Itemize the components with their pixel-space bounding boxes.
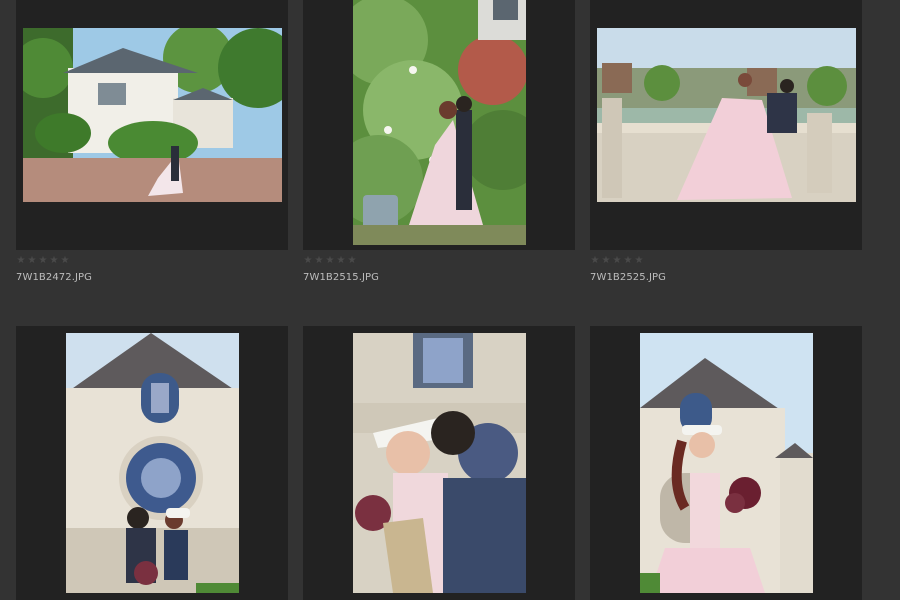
thumbnail-frame[interactable] <box>303 0 575 250</box>
photo-thumbnail[interactable] <box>597 28 856 202</box>
thumbnail-frame[interactable] <box>590 326 862 600</box>
rating-stars[interactable]: ★ ★ ★ ★ ★ <box>303 256 575 266</box>
thumbnail-filename: 7W1B2472.JPG <box>16 272 93 283</box>
photo-thumbnail[interactable] <box>353 333 526 593</box>
thumbnail-filename: 7W1B2525.JPG <box>590 272 667 283</box>
star-outline-icon[interactable]: ★ <box>623 256 633 266</box>
star-outline-icon[interactable]: ★ <box>60 256 70 266</box>
star-outline-icon[interactable]: ★ <box>634 256 644 266</box>
star-outline-icon[interactable]: ★ <box>314 256 324 266</box>
star-outline-icon[interactable]: ★ <box>347 256 357 266</box>
photo-thumbnail[interactable] <box>23 28 282 202</box>
star-outline-icon[interactable]: ★ <box>16 256 26 266</box>
star-outline-icon[interactable]: ★ <box>38 256 48 266</box>
star-outline-icon[interactable]: ★ <box>336 256 346 266</box>
star-outline-icon[interactable]: ★ <box>590 256 600 266</box>
thumbnail-frame[interactable] <box>590 0 862 250</box>
star-outline-icon[interactable]: ★ <box>49 256 59 266</box>
star-outline-icon[interactable]: ★ <box>303 256 313 266</box>
star-outline-icon[interactable]: ★ <box>612 256 622 266</box>
thumbnail-filename: 7W1B2515.JPG <box>303 272 380 283</box>
rating-stars[interactable]: ★ ★ ★ ★ ★ <box>590 256 862 266</box>
thumbnail-frame[interactable] <box>303 326 575 600</box>
star-outline-icon[interactable]: ★ <box>27 256 37 266</box>
thumbnail-frame[interactable] <box>16 326 288 600</box>
photo-thumbnail[interactable] <box>66 333 239 593</box>
thumbnail-grid: ★ ★ ★ ★ ★ 7W1B2472.JPG ★ ★ ★ ★ ★ 7W1B251… <box>0 0 900 600</box>
rating-stars[interactable]: ★ ★ ★ ★ ★ <box>16 256 288 266</box>
star-outline-icon[interactable]: ★ <box>601 256 611 266</box>
star-outline-icon[interactable]: ★ <box>325 256 335 266</box>
thumbnail-frame[interactable] <box>16 0 288 250</box>
photo-thumbnail[interactable] <box>640 333 813 593</box>
photo-thumbnail[interactable] <box>353 0 526 245</box>
